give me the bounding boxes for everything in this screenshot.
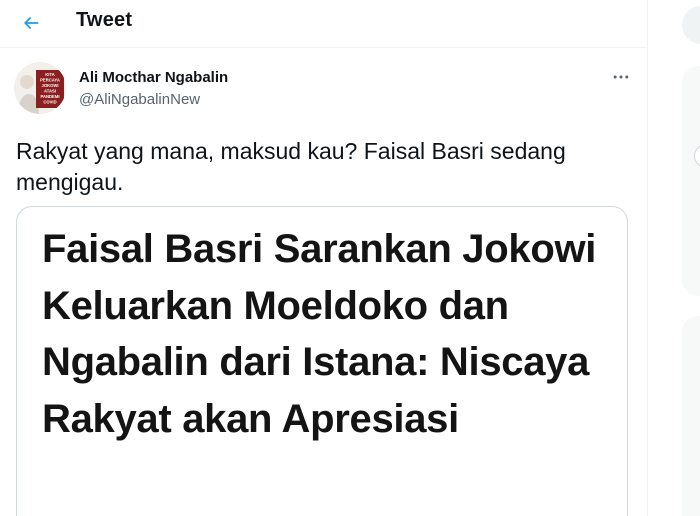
tweet-text: Rakyat yang mana, maksud kau? Faisal Bas… xyxy=(16,138,566,195)
back-arrow-icon xyxy=(24,17,39,29)
more-options-button[interactable] xyxy=(608,64,634,90)
sidebar-card xyxy=(682,66,700,296)
author-display-name[interactable]: Ali Mocthar Ngabalin xyxy=(79,69,228,86)
sidebar-avatar[interactable] xyxy=(694,144,700,168)
more-horizontal-icon xyxy=(613,75,629,79)
avatar-badge-line: COVID xyxy=(43,100,56,105)
avatar-badge-line: JOKOWI xyxy=(42,83,59,88)
tweet-page: Tweet KITA PERCAYA JOKOWI ATASI PANDEMI … xyxy=(0,0,700,516)
avatar-image: KITA PERCAYA JOKOWI ATASI PANDEMI COVID xyxy=(14,62,66,114)
author-handle[interactable]: @AliNgabalinNew xyxy=(79,91,200,108)
page-title: Tweet xyxy=(76,9,133,31)
avatar-badge-line: PANDEMI xyxy=(41,94,60,99)
avatar-badge-line: PERCAYA xyxy=(40,78,60,83)
tweet-author: KITA PERCAYA JOKOWI ATASI PANDEMI COVID … xyxy=(14,62,634,118)
page-header: Tweet xyxy=(0,0,647,48)
back-button[interactable] xyxy=(14,6,48,40)
avatar-badge-line: KITA xyxy=(45,72,54,77)
main-column: Tweet KITA PERCAYA JOKOWI ATASI PANDEMI … xyxy=(0,0,648,516)
tweet-media-image[interactable]: Faisal Basri Sarankan Jokowi Keluarkan M… xyxy=(16,206,628,516)
avatar-badge-line: ATASI xyxy=(44,89,56,94)
avatar[interactable]: KITA PERCAYA JOKOWI ATASI PANDEMI COVID xyxy=(14,62,66,114)
media-headline: Faisal Basri Sarankan Jokowi Keluarkan M… xyxy=(42,227,597,441)
search-bar[interactable] xyxy=(682,6,700,44)
right-sidebar xyxy=(649,0,700,516)
sidebar-card xyxy=(682,316,700,516)
